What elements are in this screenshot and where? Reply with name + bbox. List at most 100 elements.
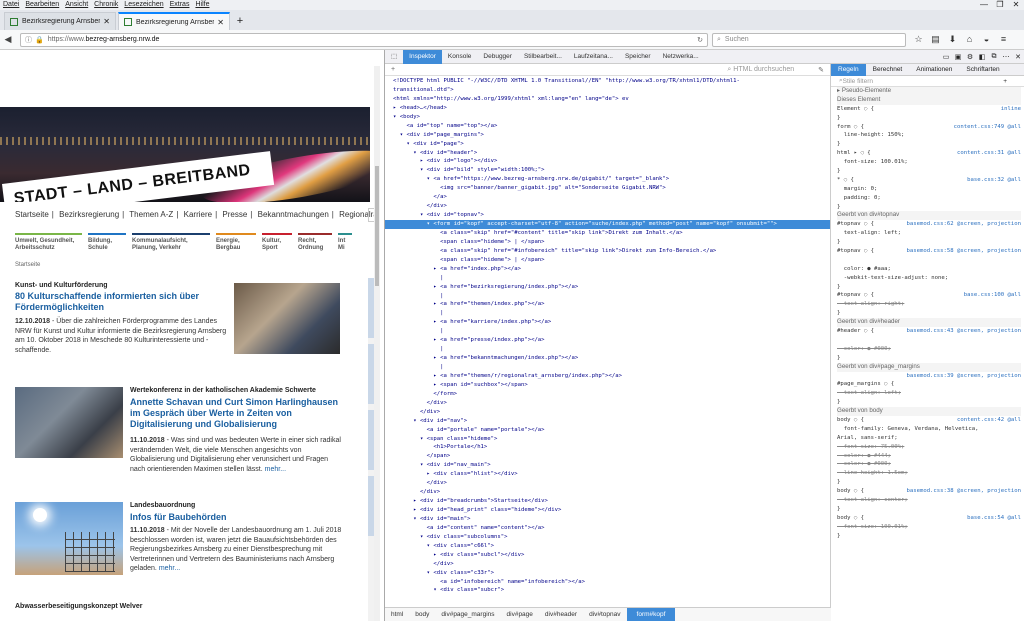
home-icon[interactable]: ⌂ (961, 34, 978, 45)
rule-line[interactable]: } (837, 532, 1021, 541)
maximize-button[interactable]: ❐ (992, 0, 1008, 10)
close-tab-icon[interactable]: ✕ (217, 18, 224, 27)
rules-list[interactable]: ▸ Pseudo-Elemente Dieses Element Element ◌… (831, 87, 1024, 540)
topnav-bezirksregierung[interactable]: Bezirksregierung (59, 210, 119, 219)
markup-line[interactable]: ▸ <a href="bekanntmachungen/index.php"><… (385, 354, 830, 363)
rule-section-header[interactable]: Geerbt von div#page_margins (837, 362, 1021, 372)
rule-section-header[interactable]: Geerbt von div#header (837, 318, 1021, 328)
article-1-image[interactable] (234, 283, 340, 354)
page-scrollbar[interactable] (374, 66, 380, 621)
back-icon[interactable]: ◀ (0, 34, 16, 45)
markup-line[interactable]: ▸ <a href="themen/index.php"></a> (385, 300, 830, 309)
rule-line[interactable]: text-align: left; (837, 389, 1021, 398)
settings-icon[interactable]: ⚙ (964, 53, 976, 61)
markup-line[interactable]: ▾ <span class="hideme"> (385, 435, 830, 444)
article-2-image[interactable] (15, 387, 123, 458)
article-headline[interactable]: 80 Kulturschaffende informierten sich üb… (15, 291, 230, 313)
menu-hilfe[interactable]: Hilfe (192, 0, 212, 10)
add-rule-icon[interactable]: + (1003, 78, 1007, 85)
scrollbar-thumb[interactable] (375, 166, 379, 286)
rule-source-link[interactable]: basemod.css:39 @screen, projection (906, 372, 1021, 381)
crumb-page-margins[interactable]: div#page_margins (435, 611, 500, 618)
markup-line[interactable]: ▾ <body> (385, 113, 830, 122)
rule-section-header[interactable]: ▸ Pseudo-Elemente (837, 87, 1021, 96)
markup-line[interactable]: | (385, 345, 830, 354)
rule-line[interactable]: body ◌ {content.css:42 @all (837, 416, 1021, 425)
rule-line[interactable]: -webkit-text-size-adjust: none; (837, 274, 1021, 283)
markup-line[interactable]: ▸ <a href="bezirksregierung/index.php"><… (385, 283, 830, 292)
category-energie[interactable]: Energie, Bergbau (216, 233, 256, 252)
popout-icon[interactable]: ⧉ (988, 53, 1000, 61)
category-umwelt[interactable]: Umwelt, Gesundheit, Arbeitsschutz (15, 233, 82, 252)
rule-line[interactable]: text-align: center; (837, 496, 1021, 505)
markup-line[interactable]: <span class="hideme"> | </span> (385, 238, 830, 247)
element-picker-icon[interactable]: ⬚ (385, 50, 403, 64)
responsive-icon[interactable]: ▭ (940, 53, 952, 61)
rule-line[interactable]: #topnav ◌ {basemod.css:58 @screen, proje… (837, 247, 1021, 256)
rule-line[interactable]: font-size: 75.00%; (837, 443, 1021, 452)
markup-line[interactable]: ▸ <a href="presse/index.php"></a> (385, 336, 830, 345)
markup-line[interactable]: <a id="infobereich" name="infobereich"><… (385, 578, 830, 587)
rule-line[interactable]: color: ● #444; (837, 452, 1021, 461)
download-icon[interactable]: ⬇ (944, 34, 961, 45)
markup-line[interactable]: ▾ <div class="c66l"> (385, 542, 830, 551)
rule-line[interactable]: } (837, 478, 1021, 487)
url-bar[interactable]: ⓘ 🔒 https://www.bezreg-arnsberg.nrw.de ↻ (20, 32, 708, 47)
close-tab-icon[interactable]: ✕ (103, 17, 110, 26)
markup-line[interactable]: ▾ <a href="https://www.bezreg-arnsberg.n… (385, 175, 830, 184)
rule-source-link[interactable]: base.css:100 @all (964, 291, 1021, 300)
bookmark-star-icon[interactable]: ☆ (910, 34, 927, 45)
rule-section-header[interactable]: Dieses Element (837, 95, 1021, 105)
rule-line[interactable]: #header ◌ {basemod.css:43 @screen, proje… (837, 327, 1021, 336)
rule-source-link[interactable]: content.css:42 @all (957, 416, 1021, 425)
rule-source-link[interactable]: content.css:749 @all (954, 123, 1021, 132)
reload-icon[interactable]: ↻ (697, 36, 703, 44)
rule-line[interactable]: line-height: 150%; (837, 131, 1021, 140)
html-search-input[interactable]: ⌕ HTML durchsuchen (727, 66, 794, 74)
rule-source-link[interactable]: basemod.css:38 @screen, projection (906, 487, 1021, 496)
hero-banner[interactable]: STADT – LAND – BREITBAND (0, 107, 370, 202)
rule-line[interactable]: color: ● #aaa; (837, 265, 1021, 274)
crumb-html[interactable]: html (385, 611, 409, 618)
rule-line[interactable]: padding: 0; (837, 194, 1021, 203)
crumb-form-kopf[interactable]: form#kopf (626, 607, 676, 621)
rule-source-link[interactable]: content.css:31 @all (957, 149, 1021, 158)
markup-line[interactable]: | (385, 274, 830, 283)
rule-line[interactable]: } (837, 505, 1021, 514)
markup-line[interactable]: </a> (385, 193, 830, 202)
markup-line[interactable]: <a id="portale" name="portale"></a> (385, 426, 830, 435)
markup-line[interactable]: <img src="banner/banner_gigabit.jpg" alt… (385, 184, 830, 193)
rule-line[interactable]: } (837, 114, 1021, 123)
menu-bearbeiten[interactable]: Bearbeiten (22, 0, 62, 10)
more-link[interactable]: mehr... (159, 565, 180, 572)
pocket-icon[interactable]: ◒ (978, 34, 995, 45)
markup-line[interactable]: ▾ <div id="nav"> (385, 417, 830, 426)
rule-source-link[interactable]: basemod.css:43 @screen, projection (906, 327, 1021, 336)
markup-line[interactable]: ▸ <span id="suchbox"></span> (385, 381, 830, 390)
tab-debugger[interactable]: Debugger (477, 50, 518, 64)
topnav-bekanntmachungen[interactable]: Bekanntmachungen (258, 210, 329, 219)
markup-line[interactable]: ▸ <div id="head_print" class="hideme"></… (385, 506, 830, 515)
browser-tab-2[interactable]: Bezirksregierung Arnsberg | Be... ✕ (118, 12, 230, 30)
rule-line[interactable]: text-align: right; (837, 300, 1021, 309)
markup-line[interactable]: ▸ <div class="subcl"></div> (385, 551, 830, 560)
eyedropper-icon[interactable]: ✎ (818, 66, 824, 74)
markup-line[interactable]: ▾ <div id="topnav"> (385, 211, 830, 220)
markup-line[interactable]: ▸ <a href="index.php"></a> (385, 265, 830, 274)
menu-ansicht[interactable]: Ansicht (62, 0, 91, 10)
markup-line[interactable]: ▾ <div class="subcr"> (385, 586, 830, 595)
rule-source-link[interactable]: inline (1001, 105, 1021, 114)
rule-line[interactable]: body ◌ {basemod.css:38 @screen, projecti… (837, 487, 1021, 496)
tab-inspektor[interactable]: Inspektor (403, 49, 442, 64)
markup-line[interactable]: ▾ <div id="page_margins"> (385, 131, 830, 140)
markup-line[interactable]: ▾ <div id="page"> (385, 140, 830, 149)
rule-line[interactable]: basemod.css:39 @screen, projection (837, 372, 1021, 381)
rule-line[interactable]: } (837, 398, 1021, 407)
rule-line[interactable]: #topnav ◌ {basemod.css:62 @screen, proje… (837, 220, 1021, 229)
rule-line[interactable]: * ◌ {base.css:32 @all (837, 176, 1021, 185)
menu-lesezeichen[interactable]: Lesezeichen (121, 0, 166, 10)
close-window-button[interactable]: ✕ (1008, 0, 1024, 10)
markup-line[interactable]: </span> (385, 452, 830, 461)
rule-line[interactable]: Element ◌ {inline (837, 105, 1021, 114)
info-icon[interactable]: ⓘ (25, 35, 32, 45)
